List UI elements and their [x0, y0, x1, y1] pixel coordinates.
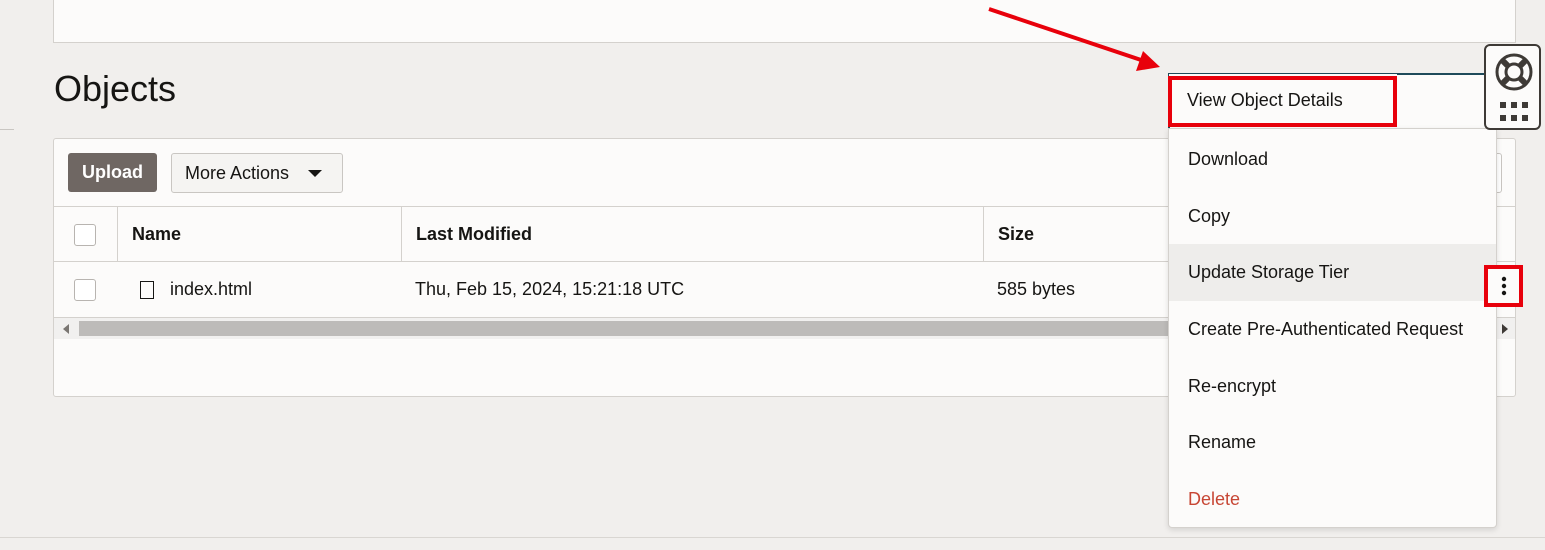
menu-item-create-par[interactable]: Create Pre-Authenticated Request	[1169, 301, 1496, 358]
menu-item-rename[interactable]: Rename	[1169, 414, 1496, 471]
scroll-left-icon[interactable]	[63, 324, 69, 334]
column-header-size[interactable]: Size	[983, 207, 1183, 262]
object-name-link[interactable]: index.html	[170, 279, 252, 300]
annotation-highlight-box	[1168, 76, 1397, 127]
grid-icon[interactable]	[1500, 102, 1528, 122]
context-menu: Download Copy Update Storage Tier Create…	[1168, 128, 1497, 528]
more-actions-label: More Actions	[185, 162, 290, 183]
page-title: Objects	[54, 68, 177, 109]
menu-item-copy[interactable]: Copy	[1169, 188, 1496, 245]
more-vertical-icon	[1501, 276, 1506, 296]
menu-item-update-storage-tier[interactable]: Update Storage Tier	[1169, 244, 1496, 301]
row-actions-button[interactable]	[1484, 265, 1523, 307]
more-actions-button[interactable]: More Actions	[171, 153, 343, 193]
file-icon	[140, 280, 154, 299]
scrollbar-thumb[interactable]	[79, 321, 1169, 336]
column-header-name[interactable]: Name	[117, 207, 401, 262]
row-select-cell	[54, 262, 117, 317]
menu-item-download[interactable]: Download	[1169, 131, 1496, 188]
divider	[0, 129, 14, 130]
row-size: 585 bytes	[997, 279, 1076, 299]
page-footer-divider	[0, 537, 1545, 538]
upload-button[interactable]: Upload	[68, 153, 157, 192]
column-header-last-modified[interactable]: Last Modified	[401, 207, 983, 262]
help-widget[interactable]	[1484, 44, 1541, 130]
menu-item-delete[interactable]: Delete	[1169, 471, 1496, 528]
menu-item-re-encrypt[interactable]: Re-encrypt	[1169, 358, 1496, 415]
top-panel	[53, 0, 1516, 43]
lifebuoy-icon[interactable]	[1494, 52, 1534, 92]
select-all-cell	[54, 207, 117, 262]
row-checkbox[interactable]	[74, 278, 96, 301]
row-name-cell: index.html	[117, 262, 401, 317]
row-last-modified: Thu, Feb 15, 2024, 15:21:18 UTC	[415, 279, 685, 299]
caret-down-icon	[308, 170, 322, 177]
scroll-right-icon[interactable]	[1502, 324, 1508, 334]
select-all-checkbox[interactable]	[74, 223, 96, 246]
